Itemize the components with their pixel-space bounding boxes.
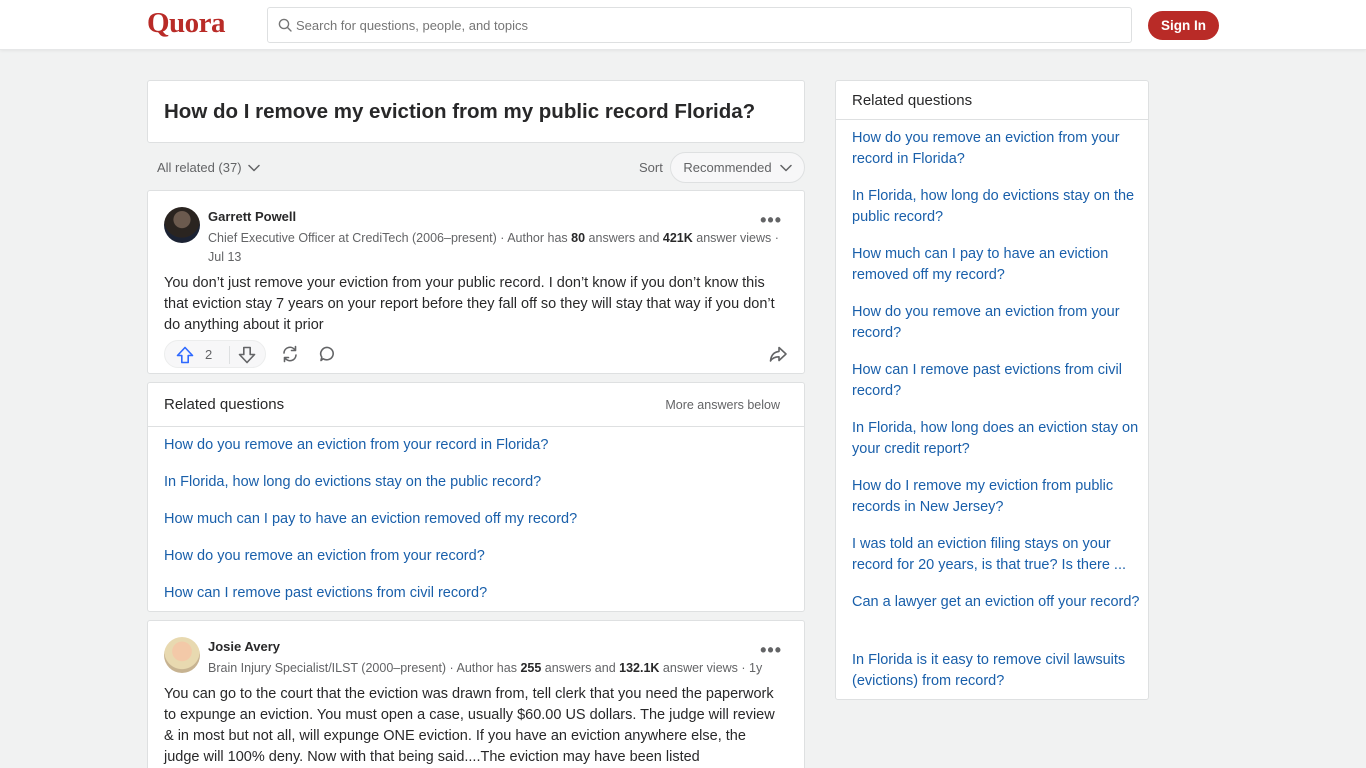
credential-text: Brain Injury Specialist/ILST (2000–prese… <box>208 661 521 675</box>
related-questions-sidebar: Related questions How do you remove an e… <box>835 80 1149 700</box>
search-icon <box>278 18 292 32</box>
question-title: How do I remove my eviction from my publ… <box>164 100 756 123</box>
chevron-down-icon <box>779 164 792 171</box>
sort-dropdown[interactable]: Recommended <box>670 152 805 183</box>
answer-text[interactable]: You don’t just remove your eviction from… <box>164 273 784 336</box>
sidebar-question-link[interactable]: I was told an eviction filing stays on y… <box>852 534 1142 576</box>
share-repost-icon[interactable] <box>280 344 300 364</box>
answer-actions: 2 <box>164 339 792 369</box>
related-question-link[interactable]: How much can I pay to have an eviction r… <box>164 511 577 527</box>
related-questions-inline: Related questions More answers below How… <box>147 382 805 612</box>
answer-card: Josie Avery Brain Injury Specialist/ILST… <box>147 620 805 768</box>
search-box[interactable] <box>267 7 1132 43</box>
credential-text: answers and <box>541 661 620 675</box>
sidebar-question-link[interactable]: How much can I pay to have an eviction r… <box>852 244 1142 286</box>
sort-label: Sort <box>639 160 663 175</box>
comment-icon[interactable] <box>318 344 338 364</box>
related-question-link[interactable]: How can I remove past evictions from civ… <box>164 585 487 601</box>
more-answers-below: More answers below <box>665 398 780 412</box>
sidebar-question-link[interactable]: In Florida is it easy to remove civil la… <box>852 650 1142 692</box>
author-credentials: Chief Executive Officer at CrediTech (20… <box>208 229 793 267</box>
downvote-icon[interactable] <box>237 345 257 365</box>
credential-text: answer views · 1y <box>659 661 763 675</box>
search-input[interactable] <box>296 8 1116 42</box>
related-questions-title: Related questions <box>164 396 285 413</box>
sidebar-question-link[interactable]: How can I remove past evictions from civ… <box>852 360 1142 402</box>
sidebar-question-link[interactable]: Can a lawyer get an eviction off your re… <box>852 592 1142 613</box>
more-options-icon[interactable]: ••• <box>760 640 782 661</box>
sidebar-title: Related questions <box>852 92 973 109</box>
avatar[interactable] <box>164 207 200 243</box>
answer-card: Garrett Powell Chief Executive Officer a… <box>147 190 805 374</box>
views-count: 132.1K <box>619 661 660 675</box>
all-related-label: All related (37) <box>157 160 242 175</box>
sort-value: Recommended <box>683 160 772 175</box>
share-icon[interactable] <box>768 344 788 364</box>
sidebar-question-link[interactable]: In Florida, how long do evictions stay o… <box>852 186 1142 228</box>
sidebar-question-link[interactable]: In Florida, how long does an eviction st… <box>852 418 1142 460</box>
answers-count: 80 <box>571 231 586 245</box>
related-questions-header: Related questions More answers below <box>148 383 804 427</box>
author-name[interactable]: Josie Avery <box>208 639 280 654</box>
upvote-icon[interactable] <box>175 345 195 365</box>
answers-count: 255 <box>520 661 542 675</box>
related-question-link[interactable]: How do you remove an eviction from your … <box>164 437 548 453</box>
author-name[interactable]: Garrett Powell <box>208 209 296 224</box>
top-navigation-bar: Quora Sign In <box>0 0 1366 50</box>
credential-text: answers and <box>585 231 663 245</box>
answer-text[interactable]: You can go to the court that the evictio… <box>164 684 784 768</box>
views-count: 421K <box>662 231 693 245</box>
sidebar-question-link[interactable]: How do you remove an eviction from your … <box>852 128 1142 170</box>
credential-text: Chief Executive Officer at CrediTech (20… <box>208 231 572 245</box>
vote-group: 2 <box>164 340 266 368</box>
sidebar-question-link[interactable]: How do I remove my eviction from public … <box>852 476 1142 518</box>
vote-divider <box>229 346 230 364</box>
chevron-down-icon <box>247 164 260 171</box>
related-question-link[interactable]: How do you remove an eviction from your … <box>164 548 485 564</box>
sidebar-question-link[interactable]: How do you remove an eviction from your … <box>852 302 1142 344</box>
quora-logo[interactable]: Quora <box>147 7 226 40</box>
author-credentials: Brain Injury Specialist/ILST (2000–prese… <box>208 659 793 678</box>
sidebar-header: Related questions <box>836 81 1148 120</box>
related-question-link[interactable]: In Florida, how long do evictions stay o… <box>164 474 541 490</box>
upvote-count: 2 <box>205 347 213 362</box>
question-card: How do I remove my eviction from my publ… <box>147 80 805 143</box>
more-options-icon[interactable]: ••• <box>760 210 782 231</box>
all-related-dropdown[interactable]: All related (37) <box>157 160 260 175</box>
avatar[interactable] <box>164 637 200 673</box>
sign-in-button[interactable]: Sign In <box>1148 11 1219 40</box>
